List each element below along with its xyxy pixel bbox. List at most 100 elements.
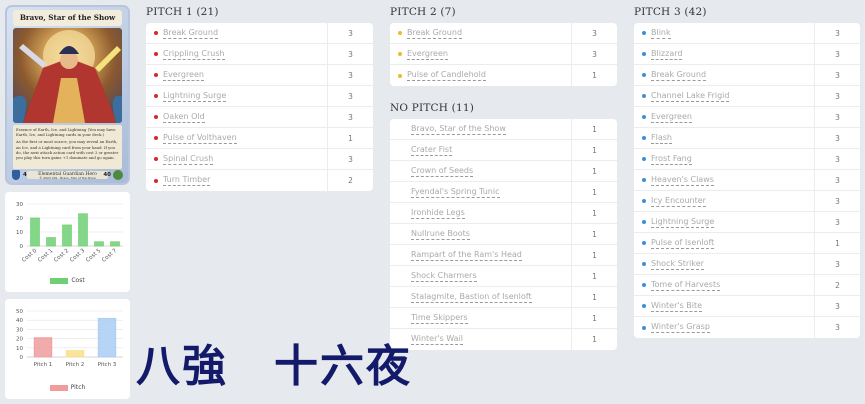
- pitch-dot-icon: [642, 31, 646, 35]
- card-row[interactable]: Evergreen 3: [390, 44, 617, 65]
- card-row[interactable]: Oaken Old 3: [146, 107, 373, 128]
- pitch-dot-icon: [398, 31, 402, 35]
- card-row[interactable]: Lightning Surge 3: [146, 86, 373, 107]
- card-row[interactable]: Time Skippers 1: [390, 308, 617, 329]
- card-name-link[interactable]: Crippling Crush: [163, 49, 225, 60]
- y-tick-label: 10: [16, 346, 23, 352]
- x-tick-label: Pitch 3: [98, 362, 117, 368]
- card-name-link[interactable]: Icy Encounter: [651, 196, 706, 207]
- card-row[interactable]: Flash 3: [634, 128, 860, 149]
- pitch-legend-label: Pitch: [70, 384, 86, 391]
- card-name-link[interactable]: Blink: [651, 28, 671, 39]
- card-row[interactable]: Heaven's Claws 3: [634, 170, 860, 191]
- card-name-link[interactable]: Shock Striker: [651, 259, 704, 270]
- card-name-link[interactable]: Shock Charmers: [411, 271, 477, 282]
- x-tick-label: Cost 7: [101, 248, 119, 264]
- card-name-link[interactable]: Crater Fist: [411, 145, 453, 156]
- card-row[interactable]: Bravo, Star of the Show 1: [390, 119, 617, 140]
- card-row[interactable]: Crippling Crush 3: [146, 44, 373, 65]
- card-row[interactable]: Break Ground 3: [634, 65, 860, 86]
- card-name-link[interactable]: Crown of Seeds: [411, 166, 474, 177]
- card-name-link[interactable]: Bravo, Star of the Show: [411, 124, 506, 135]
- pitch-dot-icon: [154, 73, 158, 77]
- card-row[interactable]: Winter's Bite 3: [634, 296, 860, 317]
- card-row[interactable]: Icy Encounter 3: [634, 191, 860, 212]
- card-name-link[interactable]: Blizzard: [651, 49, 683, 60]
- card-name-link[interactable]: Rampart of the Ram's Head: [411, 250, 522, 261]
- card-row[interactable]: Crown of Seeds 1: [390, 161, 617, 182]
- x-tick-label: Cost 5: [85, 248, 103, 264]
- card-row[interactable]: Shock Striker 3: [634, 254, 860, 275]
- card-name-link[interactable]: Time Skippers: [411, 313, 468, 324]
- card-name-link[interactable]: Break Ground: [163, 28, 219, 39]
- card-row[interactable]: Shock Charmers 1: [390, 266, 617, 287]
- card-name-link[interactable]: Lightning Surge: [651, 217, 715, 228]
- x-tick-label: Pitch 2: [66, 362, 85, 368]
- card-row[interactable]: Evergreen 3: [146, 65, 373, 86]
- card-name-link[interactable]: Tome of Harvests: [651, 280, 721, 291]
- card-quantity: 3: [327, 107, 373, 127]
- card-name-link[interactable]: Pulse of Volthaven: [163, 133, 237, 144]
- card-name-link[interactable]: Evergreen: [163, 70, 204, 81]
- card-row[interactable]: Blink 3: [634, 23, 860, 44]
- card-name-link[interactable]: Pulse of Isenloft: [651, 238, 715, 249]
- pitch-dot-icon: [642, 304, 646, 308]
- card-row[interactable]: Break Ground 3: [390, 23, 617, 44]
- card-row[interactable]: Tome of Harvests 2: [634, 275, 860, 296]
- card-row[interactable]: Fyendal's Spring Tunic 1: [390, 182, 617, 203]
- pitch-legend-swatch: [49, 384, 68, 391]
- card-row[interactable]: Turn Timber 2: [146, 170, 373, 191]
- card-quantity: 3: [814, 254, 860, 274]
- card-quantity: 3: [571, 44, 617, 64]
- card-row[interactable]: Spinal Crush 3: [146, 149, 373, 170]
- card-name-link[interactable]: Evergreen: [651, 112, 692, 123]
- pitch-dot-icon: [154, 136, 158, 140]
- card-name-link[interactable]: Fyendal's Spring Tunic: [411, 187, 500, 198]
- card-name-link[interactable]: Channel Lake Frigid: [651, 91, 730, 102]
- card-name-link[interactable]: Evergreen: [407, 49, 448, 60]
- card-row[interactable]: Stalagmite, Bastion of Isenloft 1: [390, 287, 617, 308]
- card-row[interactable]: Pulse of Candlehold 1: [390, 65, 617, 86]
- card-row[interactable]: Blizzard 3: [634, 44, 860, 65]
- card-row[interactable]: Evergreen 3: [634, 107, 860, 128]
- card-quantity: 1: [571, 140, 617, 160]
- card-quantity: 1: [571, 224, 617, 244]
- card-name-link[interactable]: Break Ground: [407, 28, 463, 39]
- card-row[interactable]: Ironhide Legs 1: [390, 203, 617, 224]
- card-name-link[interactable]: Pulse of Candlehold: [407, 70, 486, 81]
- card-row[interactable]: Rampart of the Ram's Head 1: [390, 245, 617, 266]
- card-row[interactable]: Pulse of Volthaven 1: [146, 128, 373, 149]
- card-row[interactable]: Lightning Surge 3: [634, 212, 860, 233]
- card-name-link[interactable]: Spinal Crush: [163, 154, 214, 165]
- card-row[interactable]: Channel Lake Frigid 3: [634, 86, 860, 107]
- card-row[interactable]: Crater Fist 1: [390, 140, 617, 161]
- card-name-link[interactable]: Turn Timber: [163, 175, 211, 186]
- card-name-link[interactable]: Frost Fang: [651, 154, 692, 165]
- card-name-link[interactable]: Heaven's Claws: [651, 175, 714, 186]
- card-quantity: 1: [571, 182, 617, 202]
- x-tick-label: Cost 3: [69, 248, 87, 264]
- pitch-1-title: PITCH 1 (21): [146, 6, 219, 18]
- card-name-link[interactable]: Lightning Surge: [163, 91, 227, 102]
- card-row[interactable]: Winter's Wail 1: [390, 329, 617, 350]
- hero-card[interactable]: Bravo, Star of the Show Essence of Earth…: [5, 5, 130, 185]
- card-row[interactable]: Nullrune Boots 1: [390, 224, 617, 245]
- card-quantity: 1: [814, 233, 860, 253]
- card-name-link[interactable]: Winter's Wail: [411, 334, 464, 345]
- pitch-1-card-list: Break Ground 3 Crippling Crush 3 Evergreen 3 L…: [146, 23, 373, 191]
- card-name-link[interactable]: Nullrune Boots: [411, 229, 470, 240]
- card-name-link[interactable]: Stalagmite, Bastion of Isenloft: [411, 292, 532, 303]
- card-name-link[interactable]: Winter's Bite: [651, 301, 703, 312]
- card-row[interactable]: Winter's Grasp 3: [634, 317, 860, 338]
- card-name-link[interactable]: Winter's Grasp: [651, 322, 710, 333]
- card-name-link[interactable]: Flash: [651, 133, 672, 144]
- y-tick-label: 10: [16, 230, 23, 236]
- card-name-link[interactable]: Break Ground: [651, 70, 707, 81]
- pitch-dot-icon: [398, 52, 402, 56]
- card-row[interactable]: Frost Fang 3: [634, 149, 860, 170]
- card-row[interactable]: Break Ground 3: [146, 23, 373, 44]
- card-name-link[interactable]: Ironhide Legs: [411, 208, 465, 219]
- card-quantity: 3: [327, 23, 373, 43]
- card-row[interactable]: Pulse of Isenloft 1: [634, 233, 860, 254]
- card-name-link[interactable]: Oaken Old: [163, 112, 205, 123]
